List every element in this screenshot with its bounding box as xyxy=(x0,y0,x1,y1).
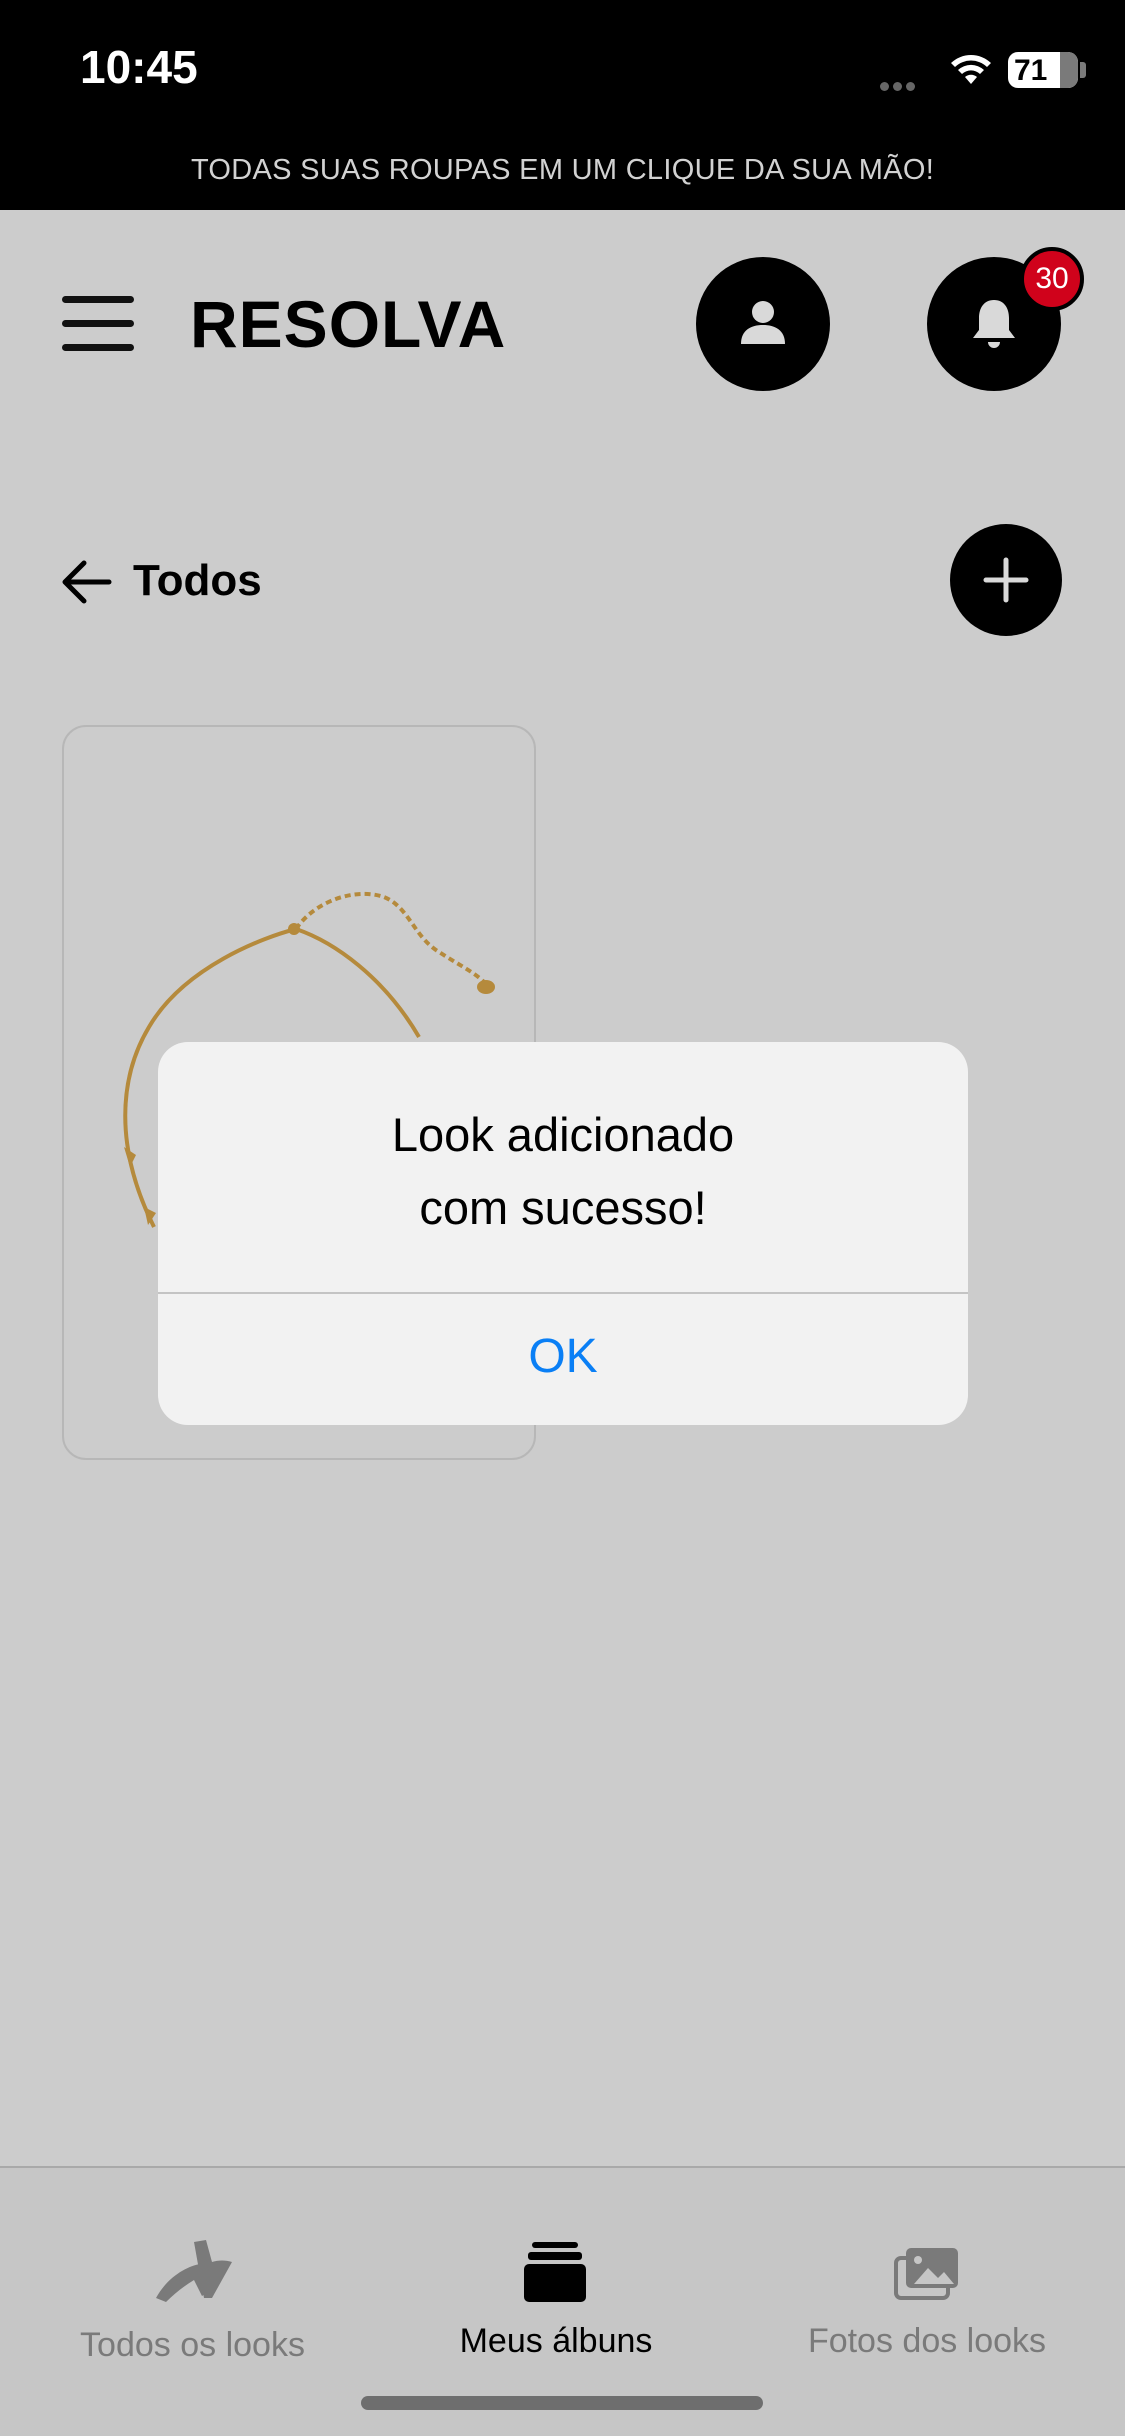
bell-icon xyxy=(973,300,1015,348)
dialog-message-line2: com sucesso! xyxy=(419,1181,707,1234)
tab-fotos-dos-looks[interactable]: Fotos dos looks xyxy=(770,2168,1084,2436)
menu-icon[interactable] xyxy=(62,296,134,352)
tab-label-meus-albuns: Meus álbuns xyxy=(459,2322,653,2360)
tab-label-todos-os-looks: Todos os looks xyxy=(80,2326,305,2364)
add-button[interactable] xyxy=(950,524,1062,636)
promo-banner: TODAS SUAS ROUPAS EM UM CLIQUE DA SUA MÃ… xyxy=(0,140,1125,210)
back-arrow-icon[interactable] xyxy=(60,559,112,605)
battery-tip xyxy=(1080,62,1086,78)
signal-dots-icon xyxy=(880,78,920,91)
tab-todos-os-looks[interactable]: Todos os looks xyxy=(40,2168,345,2436)
dialog-message: Look adicionado com sucesso! xyxy=(158,1098,968,1244)
brand-logo: RESOLVA xyxy=(190,287,507,361)
plus-icon xyxy=(983,557,1029,603)
heels-icon xyxy=(156,2240,232,2302)
ok-button[interactable]: OK xyxy=(158,1294,968,1425)
wifi-icon xyxy=(951,55,991,84)
success-dialog: Look adicionado com sucesso! OK xyxy=(158,1042,968,1425)
home-indicator[interactable] xyxy=(361,2396,763,2410)
notification-badge: 30 xyxy=(1020,247,1084,311)
profile-button[interactable] xyxy=(696,257,830,391)
dialog-message-line1: Look adicionado xyxy=(391,1108,735,1161)
section-title: Todos xyxy=(133,556,262,605)
tab-label-fotos-dos-looks: Fotos dos looks xyxy=(807,2322,1047,2360)
albums-stack-icon xyxy=(524,2242,586,2302)
user-icon xyxy=(741,301,785,344)
status-time: 10:45 xyxy=(80,41,198,93)
status-bar: 10:45 71 xyxy=(0,0,1125,140)
battery-icon: 71 xyxy=(1008,52,1078,88)
photos-icon xyxy=(894,2248,958,2300)
battery-level: 71 xyxy=(1014,54,1048,87)
